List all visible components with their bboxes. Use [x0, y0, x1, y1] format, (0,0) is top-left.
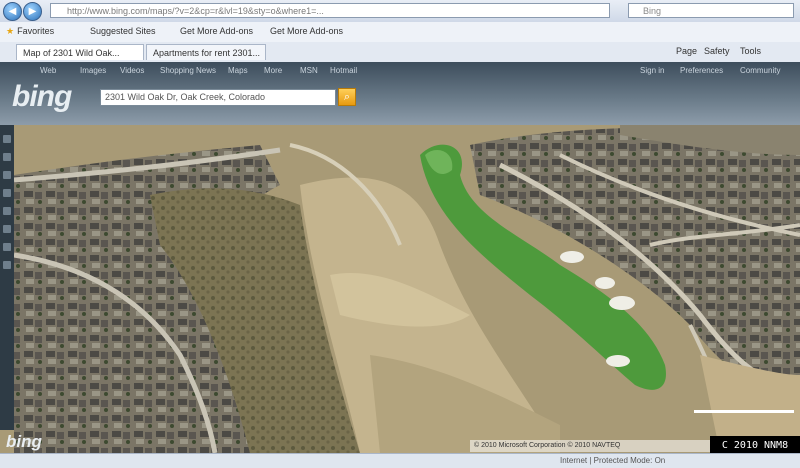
nav-videos[interactable]: Videos — [120, 66, 144, 75]
map-control-button[interactable] — [3, 261, 11, 269]
tab-bar: Map of 2301 Wild Oak... Apartments for r… — [0, 42, 800, 63]
forward-button[interactable]: ▶ — [23, 2, 42, 21]
map-control-button[interactable] — [3, 207, 11, 215]
map-control-button[interactable] — [3, 171, 11, 179]
favorite-suggested-sites[interactable]: Suggested Sites — [90, 26, 156, 36]
url-input[interactable]: http://www.bing.com/maps/?v=2&cp=r&lvl=1… — [50, 3, 610, 18]
browser-search-input[interactable]: Bing — [628, 3, 794, 18]
map-scale-bar — [694, 410, 794, 413]
nav-shopping[interactable]: Shopping — [160, 66, 194, 75]
nav-community[interactable]: Community — [740, 66, 780, 75]
favorite-addons-2[interactable]: Get More Add-ons — [270, 26, 343, 36]
favorite-addons-1[interactable]: Get More Add-ons — [180, 26, 253, 36]
map-control-button[interactable] — [3, 189, 11, 197]
nav-web[interactable]: Web — [40, 66, 56, 75]
nav-hotmail[interactable]: Hotmail — [330, 66, 357, 75]
page-menu[interactable]: Page — [676, 46, 697, 56]
address-bar: ◀ ▶ http://www.bing.com/maps/?v=2&cp=r&l… — [0, 0, 800, 23]
favorites-bar: ★ Favorites Suggested Sites Get More Add-… — [0, 22, 800, 43]
safety-menu[interactable]: Safety — [704, 46, 730, 56]
nav-maps[interactable]: Maps — [228, 66, 248, 75]
tools-menu[interactable]: Tools — [740, 46, 761, 56]
nav-sign-in[interactable]: Sign in — [640, 66, 664, 75]
bing-search-input[interactable]: 2301 Wild Oak Dr, Oak Creek, Colorado — [100, 89, 336, 106]
nav-more[interactable]: More — [264, 66, 282, 75]
map-control-button[interactable] — [3, 135, 11, 143]
map-side-controls — [0, 125, 14, 430]
nav-images[interactable]: Images — [80, 66, 106, 75]
status-zone: Internet | Protected Mode: On — [560, 456, 666, 465]
map-control-button[interactable] — [3, 153, 11, 161]
nav-msn[interactable]: MSN — [300, 66, 318, 75]
back-button[interactable]: ◀ — [3, 2, 22, 21]
map-control-button[interactable] — [3, 243, 11, 251]
aerial-map[interactable] — [0, 125, 800, 453]
nav-preferences[interactable]: Preferences — [680, 66, 723, 75]
bing-watermark-logo: bing — [6, 432, 42, 451]
bing-logo[interactable]: bing — [12, 80, 72, 114]
status-bar: Internet | Protected Mode: On — [0, 453, 800, 468]
map-footer: © 2010 Microsoft Corporation © 2010 NAVT… — [470, 440, 710, 452]
star-icon: ★ — [6, 26, 15, 36]
favorites-button[interactable]: ★ Favorites — [6, 26, 54, 37]
aerial-imagery — [0, 125, 800, 453]
map-control-button[interactable] — [3, 225, 11, 233]
nav-news[interactable]: News — [196, 66, 216, 75]
tab-map[interactable]: Map of 2301 Wild Oak... — [16, 44, 144, 60]
search-button[interactable]: ⌕ — [338, 88, 356, 106]
search-icon: ⌕ — [343, 91, 351, 103]
tab-apartments[interactable]: Apartments for rent 2301... — [146, 44, 266, 60]
